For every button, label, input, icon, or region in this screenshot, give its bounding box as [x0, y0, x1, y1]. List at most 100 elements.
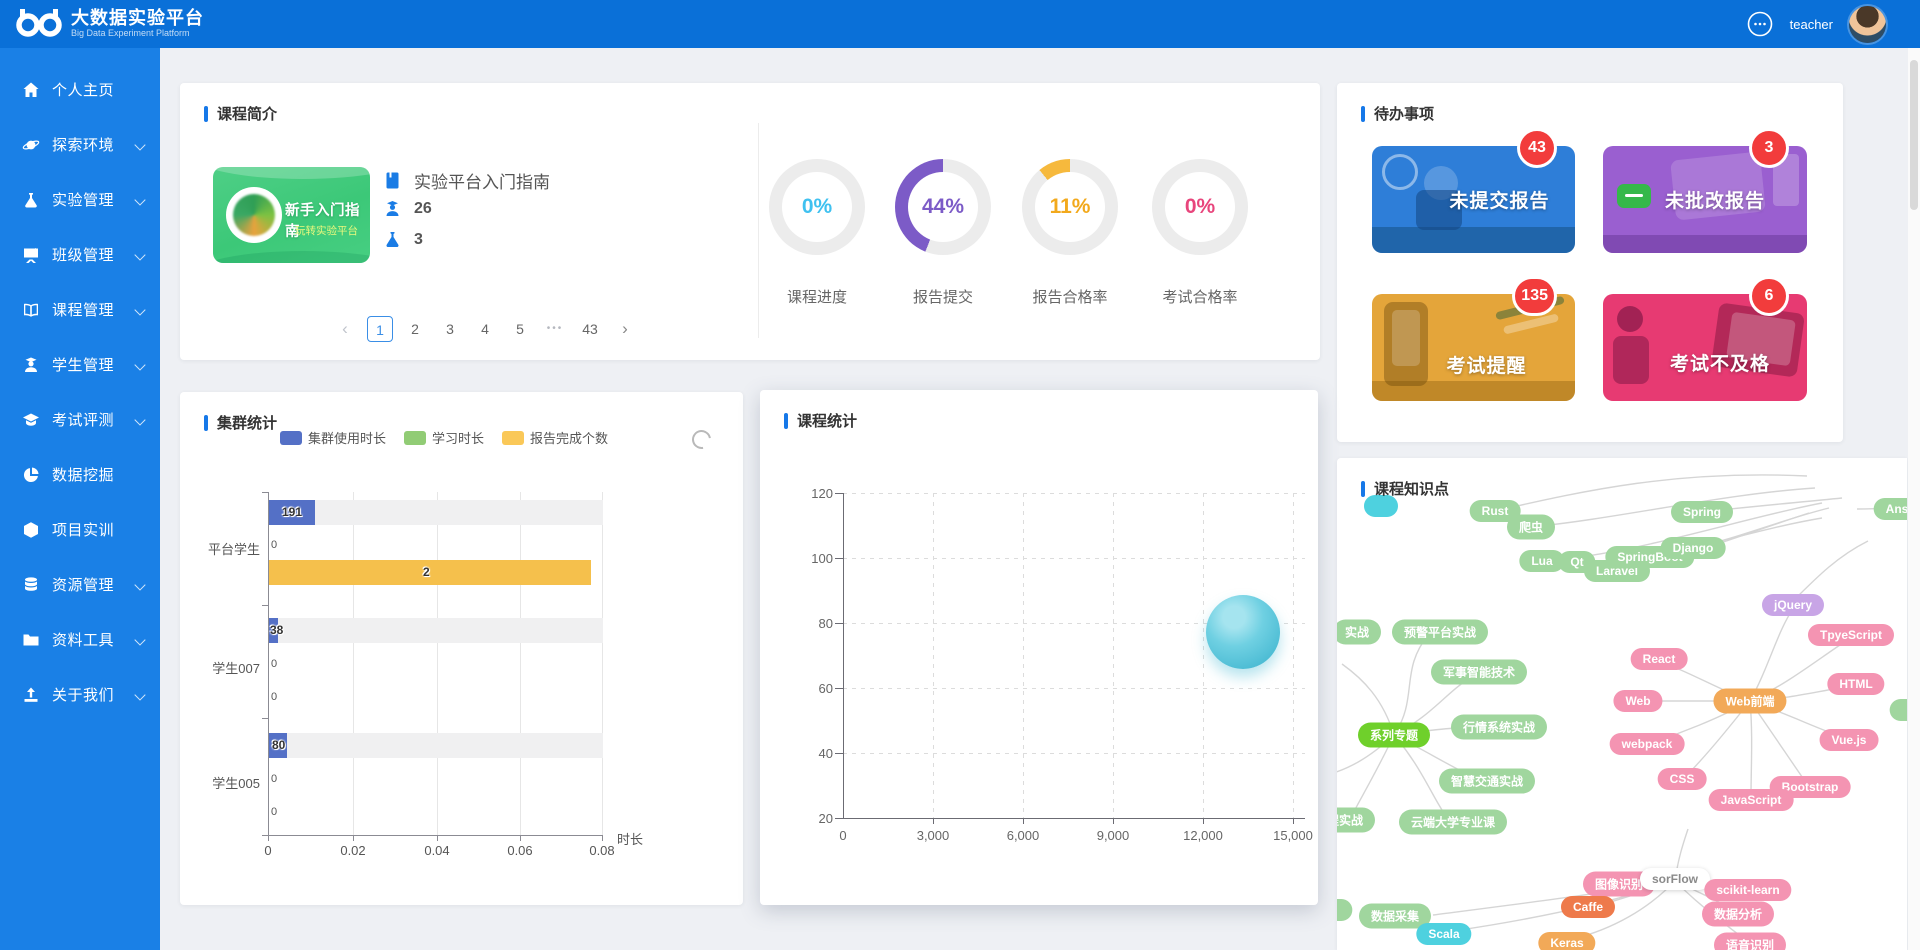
experiment-count: 3 — [414, 231, 423, 249]
bar-value-label: 0 — [271, 691, 277, 703]
gridline — [1113, 493, 1114, 818]
prev-page-button[interactable]: ‹ — [332, 316, 358, 342]
chevron-down-icon — [134, 579, 145, 590]
tag-vuejs[interactable]: Vue.js — [1820, 729, 1879, 751]
todo-tile-ungraded-reports[interactable]: 未批改报告 3 — [1603, 146, 1807, 253]
username[interactable]: teacher — [1790, 17, 1833, 32]
donut-course-progress: 0% — [769, 159, 865, 255]
sidebar-item-project-training[interactable]: 项目实训 — [0, 502, 160, 557]
x-tick-label: 0 — [813, 828, 873, 843]
page-button-2[interactable]: 2 — [402, 316, 428, 342]
page-button-3[interactable]: 3 — [437, 316, 463, 342]
y-tick-label: 80 — [793, 616, 833, 631]
tag-series-topic[interactable]: 系列专题 — [1358, 723, 1430, 748]
todo-tile-exam-reminder[interactable]: 考试提醒 135 — [1372, 294, 1575, 401]
sidebar-item-about-us[interactable]: 关于我们 — [0, 667, 160, 722]
x-tick-label: 12,000 — [1173, 828, 1233, 843]
cube-icon — [22, 521, 40, 539]
scrollbar-thumb[interactable] — [1910, 60, 1918, 210]
category-label: 学生005 — [198, 773, 260, 792]
chevron-down-icon — [134, 194, 145, 205]
sidebar-item-home[interactable]: 个人主页 — [0, 62, 160, 117]
bar-report-count[interactable] — [269, 560, 591, 585]
y-tick-label: 60 — [793, 681, 833, 696]
avatar[interactable] — [1849, 6, 1886, 43]
badge-count: 43 — [1517, 128, 1557, 168]
tag-caffe[interactable]: Caffe — [1561, 896, 1615, 918]
tag-partial[interactable] — [1890, 699, 1907, 721]
grad-cap-icon — [22, 411, 40, 429]
tag-typescript[interactable]: TpyeScript — [1808, 624, 1894, 646]
tag-spring[interactable]: Spring — [1671, 501, 1733, 523]
tag-keras[interactable]: Keras — [1538, 932, 1595, 950]
sidebar-item-data-mining[interactable]: 数据挖掘 — [0, 447, 160, 502]
bar-track — [269, 618, 603, 643]
todo-tile-exam-failed[interactable]: 考试不及格 6 — [1603, 294, 1807, 401]
tag-scikit-learn[interactable]: scikit-learn — [1704, 879, 1791, 901]
sidebar-item-student-mgmt[interactable]: 学生管理 — [0, 337, 160, 392]
tag-webpack[interactable]: webpack — [1610, 733, 1685, 755]
next-page-button[interactable]: › — [612, 316, 638, 342]
sidebar-item-exam-eval[interactable]: 考试评测 — [0, 392, 160, 447]
y-tick-label: 20 — [793, 811, 833, 826]
sidebar-item-explore-env[interactable]: 探索环境 — [0, 117, 160, 172]
t tag-scala[interactable]: Scala — [1416, 923, 1471, 945]
tag-cloud-univ[interactable]: 云端大学专业课 — [1399, 810, 1507, 835]
tag-web[interactable]: Web — [1613, 690, 1662, 712]
tag-partial[interactable]: Ans — [1874, 498, 1907, 520]
folder-icon — [22, 631, 40, 649]
app-logo[interactable]: 大数据实验平台 Big Data Experiment Platform — [16, 7, 204, 39]
scatter-bubble[interactable] — [1206, 595, 1280, 669]
sidebar-item-resource-mgmt[interactable]: 资源管理 — [0, 557, 160, 612]
tag-javascript[interactable]: JavaScript — [1709, 789, 1794, 811]
tag-css[interactable]: CSS — [1658, 768, 1707, 790]
tag-web-frontend[interactable]: Web前端 — [1713, 689, 1786, 714]
axis-tick — [835, 623, 843, 624]
page-button-5[interactable]: 5 — [507, 316, 533, 342]
tag-military-ai[interactable]: 军事智能技术 — [1431, 660, 1527, 685]
donut-exam-pass-rate: 0% — [1152, 159, 1248, 255]
course-name[interactable]: 实验平台入门指南 — [414, 168, 550, 193]
page-button-43[interactable]: 43 — [577, 316, 603, 342]
tag-smart-traffic[interactable]: 智慧交通实战 — [1439, 769, 1535, 794]
sidebar-item-experiment-mgmt[interactable]: 实验管理 — [0, 172, 160, 227]
book-icon — [22, 301, 40, 319]
course-cover-image[interactable]: 新手入门指南 玩转实验平台 — [213, 167, 370, 263]
refresh-icon[interactable] — [688, 426, 714, 452]
legend-item[interactable]: 学习时长 — [404, 428, 484, 447]
tag-partial[interactable]: 程实战 — [1337, 808, 1375, 833]
tag-speech-recognition[interactable]: 语音识别 — [1714, 933, 1786, 950]
tag-partial[interactable]: 实战 — [1337, 620, 1381, 645]
chevron-down-icon — [134, 304, 145, 315]
sidebar-item-class-mgmt[interactable]: 班级管理 — [0, 227, 160, 282]
tag-django[interactable]: Django — [1661, 537, 1726, 559]
tag-html[interactable]: HTML — [1827, 673, 1884, 695]
tag-data-analysis[interactable]: 数据分析 — [1702, 902, 1774, 927]
tag-tensorflow-partial[interactable]: sorFlow — [1640, 868, 1710, 890]
student-count-icon — [383, 199, 402, 218]
page-button-4[interactable]: 4 — [472, 316, 498, 342]
legend-item[interactable]: 报告完成个数 — [502, 428, 608, 447]
todo-tile-unsubmitted-reports[interactable]: 未提交报告 43 — [1372, 146, 1575, 253]
page-ellipsis[interactable]: ••• — [542, 316, 568, 342]
tag-market-system[interactable]: 行情系统实战 — [1451, 715, 1547, 740]
knowledge-card: 课程知识点 — [1337, 458, 1907, 950]
tag-crawler[interactable]: 爬虫 — [1507, 515, 1555, 540]
sidebar-label: 班级管理 — [52, 244, 114, 265]
chevron-down-icon — [134, 139, 145, 150]
pie-chart-icon — [22, 466, 40, 484]
bar-value-label: 38 — [270, 623, 283, 637]
upload-icon — [22, 686, 40, 704]
axis-tick — [353, 835, 354, 841]
donut-label: 报告合格率 — [1000, 286, 1140, 307]
page-button-1[interactable]: 1 — [367, 316, 393, 342]
course-book-icon — [383, 171, 402, 190]
message-icon[interactable] — [1746, 10, 1774, 38]
tag-alert-platform[interactable]: 预警平台实战 — [1392, 620, 1488, 645]
tag-jquery[interactable]: jQuery — [1762, 594, 1824, 616]
sidebar-item-material-tools[interactable]: 资料工具 — [0, 612, 160, 667]
legend-item[interactable]: 集群使用时长 — [280, 428, 386, 447]
sidebar-item-course-mgmt[interactable]: 课程管理 — [0, 282, 160, 337]
tag-react[interactable]: React — [1631, 648, 1688, 670]
sidebar-label: 资料工具 — [52, 629, 114, 650]
